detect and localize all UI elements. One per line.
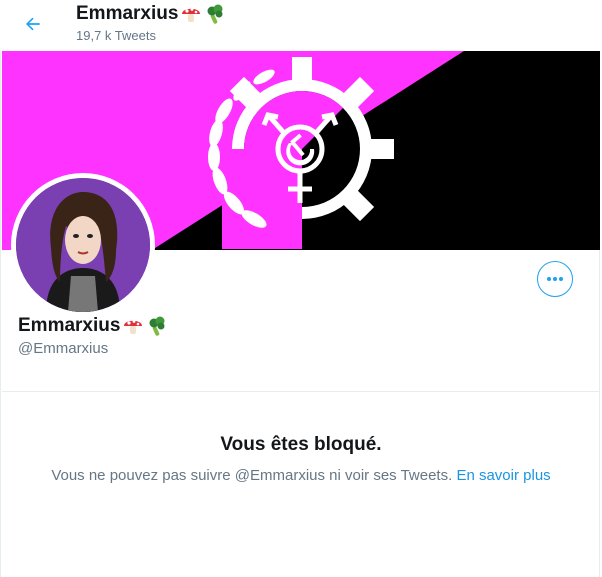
blocked-description: Vous ne pouvez pas suivre @Emmarxius ni … xyxy=(0,467,602,484)
learn-more-link[interactable]: En savoir plus xyxy=(456,467,550,484)
arrow-left-icon xyxy=(26,17,40,31)
header-name-text: Emmarxius xyxy=(76,3,179,24)
back-button[interactable] xyxy=(17,8,49,40)
tweet-count: 19,7 k Tweets xyxy=(76,28,156,43)
profile-handle: @Emmarxius xyxy=(18,340,109,357)
blocked-title: Vous êtes bloqué. xyxy=(220,434,382,455)
more-options-button[interactable] xyxy=(537,261,573,297)
broccoli-emoji-icon xyxy=(204,3,226,25)
mushroom-emoji-icon xyxy=(180,3,202,25)
profile-name: Emmarxius xyxy=(18,315,168,337)
blocked-description-text: Vous ne pouvez pas suivre @Emmarxius ni … xyxy=(51,467,453,484)
profile-name-text: Emmarxius xyxy=(18,315,121,336)
avatar[interactable] xyxy=(11,173,155,317)
divider xyxy=(2,391,600,392)
avatar-image xyxy=(16,178,150,312)
header-title: Emmarxius xyxy=(76,3,226,25)
broccoli-emoji-icon xyxy=(146,315,168,337)
more-horizontal-icon xyxy=(547,277,563,281)
mushroom-emoji-icon xyxy=(122,315,144,337)
profile-header: Emmarxius 19,7 k Tweets xyxy=(0,0,602,51)
